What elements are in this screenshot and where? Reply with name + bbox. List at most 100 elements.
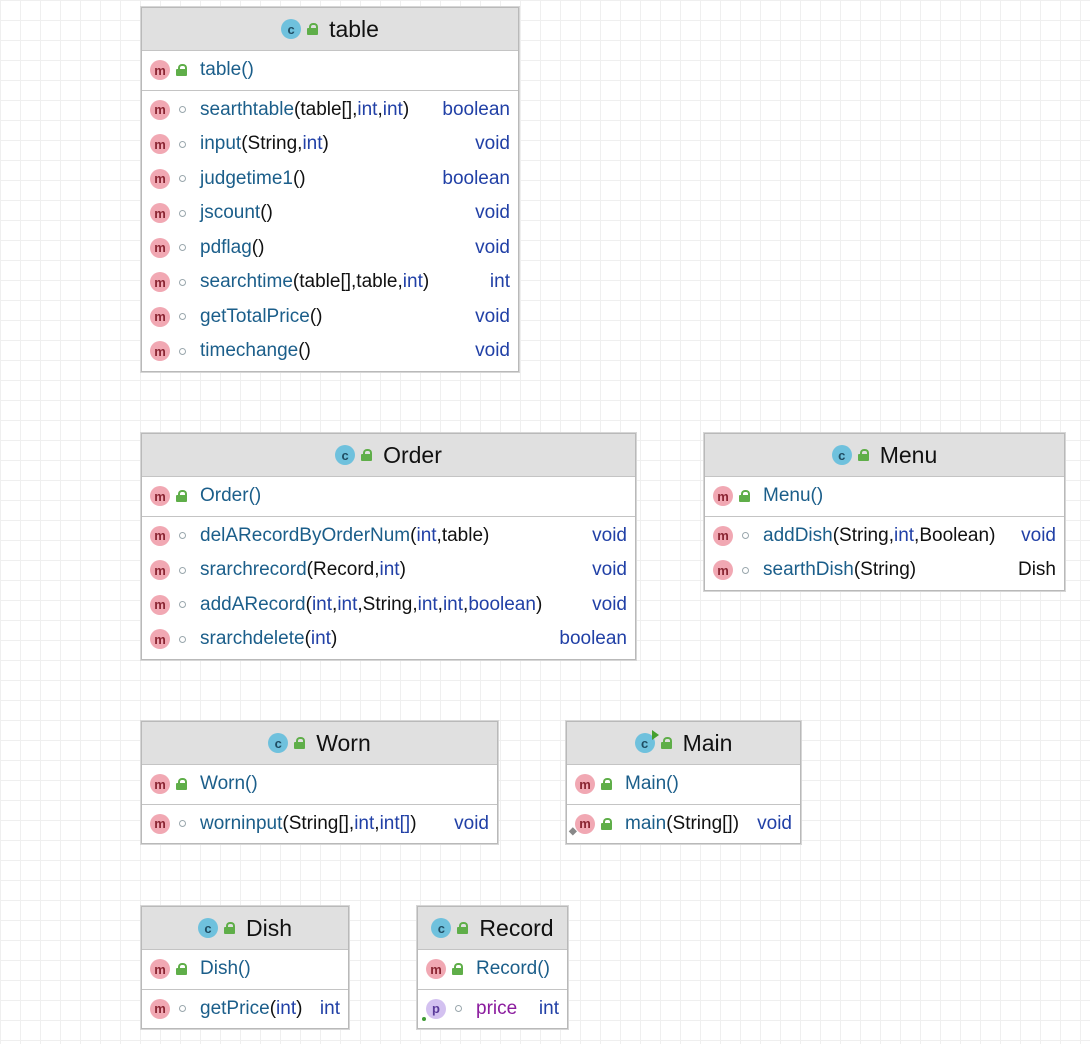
signature-token: String[] — [672, 812, 733, 834]
signature-token: int — [417, 593, 438, 615]
class-order[interactable]: c Order m Order() m delARecordByOrderNum(… — [141, 433, 636, 660]
class-menu[interactable]: c Menu m Menu() m addDish(String, int, Bo… — [704, 433, 1065, 591]
signature-token: ) — [399, 559, 406, 581]
signature-token: ) — [330, 628, 338, 650]
signature-token: int[] — [379, 812, 411, 834]
method-name: addARecord — [200, 593, 306, 615]
constructor-section: m Main() — [567, 765, 800, 805]
method-row[interactable]: m judgetime1() boolean — [142, 162, 518, 197]
method-row[interactable]: m ◆ main(String[]) void — [567, 807, 800, 842]
signature-token: () — [292, 167, 306, 189]
return-type: Dish — [1017, 559, 1056, 581]
method-icon: m — [713, 525, 733, 546]
class-icon: c — [268, 733, 289, 753]
package-private-icon — [452, 1003, 464, 1015]
method-row[interactable]: m searchtime(table[], table, int) int — [142, 265, 518, 300]
run-arrow-icon — [651, 730, 659, 740]
return-type: void — [475, 202, 510, 224]
method-row[interactable]: m srarchrecord(Record, int) void — [142, 553, 635, 588]
method-row[interactable]: m srarchdelete(int) boolean — [142, 622, 635, 657]
method-name: input — [200, 133, 242, 155]
method-row[interactable]: m getPrice(int) int — [142, 992, 348, 1027]
method-row[interactable]: m searthtable(table[], int, int) boolean — [142, 93, 518, 128]
method-icon-letter: m — [154, 136, 166, 152]
method-row[interactable]: m jscount() void — [142, 196, 518, 231]
method-icon: m — [150, 813, 170, 834]
method-row[interactable]: m input(String, int) void — [142, 127, 518, 162]
final-marker-icon — [422, 1016, 426, 1021]
method-icon: m — [150, 306, 170, 327]
method-name: searchtime — [200, 271, 293, 293]
method-row[interactable]: m addDish(String, int, Boolean) void — [705, 519, 1064, 554]
return-type: boolean — [442, 98, 510, 120]
class-main[interactable]: c Main m Main() m ◆ main(String[]) void — [566, 721, 801, 844]
method-name: worninput — [200, 812, 283, 834]
class-dish[interactable]: c Dish m Dish() m getPrice(int) int — [141, 906, 349, 1029]
method-row[interactable]: m worninput(String[], int, int[]) void — [142, 807, 497, 842]
signature-token: int — [402, 271, 423, 293]
constructor-row[interactable]: m Main() — [567, 767, 800, 802]
class-table[interactable]: c table m table() m searthtable(table[], … — [141, 7, 519, 372]
method-icon: m — [150, 60, 170, 81]
class-icon: c — [831, 445, 852, 465]
package-private-icon — [176, 599, 188, 611]
method-row[interactable]: m searthDish(String) Dish — [705, 553, 1064, 588]
constructor-row[interactable]: m Dish() — [142, 952, 348, 987]
constructor-row[interactable]: m table() — [142, 53, 518, 88]
public-lock-icon — [361, 449, 373, 461]
class-icon: c — [197, 918, 218, 938]
class-header: c Order — [142, 434, 635, 477]
return-type: void — [475, 340, 510, 362]
signature-token: ) — [732, 812, 740, 834]
public-lock-icon — [176, 490, 188, 503]
methods-section: m searthtable(table[], int, int) boolean m i… — [142, 91, 518, 371]
return-type: void — [475, 133, 510, 155]
return-type: void — [1021, 524, 1056, 546]
method-icon: m — [150, 272, 170, 293]
method-name: timechange — [200, 340, 299, 362]
constructor-row[interactable]: m Record() — [418, 952, 567, 987]
package-private-icon — [176, 104, 188, 116]
method-icon: m — [150, 998, 170, 1019]
public-lock-icon — [223, 922, 236, 934]
field-type: int — [538, 997, 559, 1019]
method-name: getPrice — [200, 997, 270, 1019]
class-name: Dish — [245, 914, 292, 941]
package-private-icon — [176, 345, 188, 357]
method-row[interactable]: m pdflag() void — [142, 231, 518, 266]
package-private-icon — [176, 1003, 188, 1015]
signature-token: String — [247, 133, 298, 155]
constructor-name: Record() — [476, 958, 550, 980]
method-icon: m — [150, 629, 170, 650]
class-record[interactable]: c Record m Record() p price int — [417, 906, 568, 1029]
method-icon-letter: m — [154, 343, 166, 359]
method-icon: m — [150, 203, 170, 224]
method-row[interactable]: m getTotalPrice() void — [142, 300, 518, 335]
public-lock-icon — [660, 737, 673, 749]
public-lock-icon — [601, 778, 613, 791]
method-icon: m — [150, 237, 170, 258]
public-lock-icon — [457, 922, 469, 934]
field-row[interactable]: p price int — [418, 992, 567, 1027]
constructor-row[interactable]: m Order() — [142, 479, 635, 514]
class-icon-letter: c — [640, 735, 649, 751]
class-worn[interactable]: c Worn m Worn() m worninput(String[], int… — [141, 721, 498, 844]
method-row[interactable]: m delARecordByOrderNum(int, table) void — [142, 519, 635, 554]
method-icon-letter: m — [154, 597, 166, 613]
method-icon: m — [713, 486, 733, 507]
package-private-icon — [176, 138, 188, 150]
method-name: getTotalPrice — [200, 305, 310, 327]
method-row[interactable]: m addARecord(int, int, String, int, int, … — [142, 588, 635, 623]
constructor-row[interactable]: m Worn() — [142, 767, 497, 802]
signature-token: int — [382, 98, 403, 120]
method-name: srarchrecord — [200, 559, 307, 581]
constructor-name: Order() — [200, 485, 262, 507]
return-type: boolean — [442, 167, 510, 189]
method-row[interactable]: m timechange() void — [142, 334, 518, 369]
constructor-row[interactable]: m Menu() — [705, 479, 1064, 514]
return-type: void — [475, 305, 510, 327]
signature-token: ) — [909, 559, 917, 581]
signature-token: ) — [422, 271, 430, 293]
package-private-icon — [739, 564, 751, 576]
signature-token: int — [416, 524, 437, 546]
